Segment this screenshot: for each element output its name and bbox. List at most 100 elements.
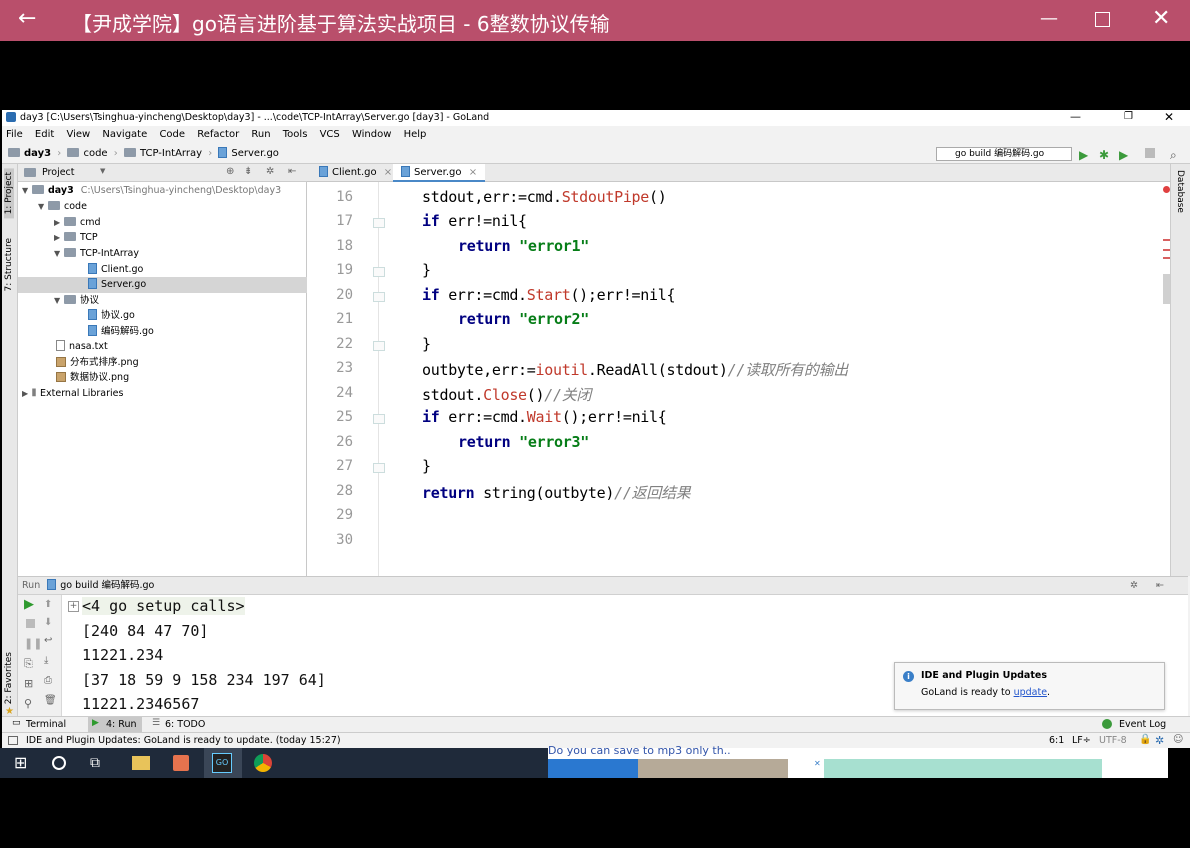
fold-marker-icon[interactable] <box>373 267 385 277</box>
fold-marker-icon[interactable] <box>373 341 385 351</box>
stop-icon[interactable] <box>26 619 35 628</box>
tree-node-client-go[interactable]: Client.go <box>88 262 143 278</box>
breadcrumb-server-go[interactable]: Server.go <box>231 148 279 159</box>
code-line[interactable]: stdout,err:=cmd.StdoutPipe() <box>422 188 667 206</box>
tab-run[interactable]: 4: Run <box>106 719 136 730</box>
fold-marker-icon[interactable] <box>373 463 385 473</box>
search-icon[interactable]: ⌕ <box>1170 145 1177 165</box>
up-arrow-icon[interactable]: ⬆ <box>44 599 52 610</box>
pause-icon[interactable]: ❚❚ <box>24 637 42 650</box>
tree-node-nasa[interactable]: nasa.txt <box>56 339 108 355</box>
ide-restore-icon[interactable]: ❐ <box>1124 111 1133 122</box>
tree-node-cmd[interactable]: ▶ cmd <box>54 215 101 231</box>
code-line[interactable]: return "error3" <box>458 433 589 451</box>
soft-wrap-icon[interactable]: ↩ <box>44 635 52 646</box>
menu-run[interactable]: Run <box>251 129 270 140</box>
down-arrow-icon[interactable]: ⬇ <box>44 617 52 628</box>
breadcrumb-code[interactable]: code <box>83 148 107 159</box>
ide-minimize-icon[interactable]: — <box>1070 110 1081 123</box>
back-arrow-icon[interactable]: ← <box>18 6 36 31</box>
tree-node-tcp[interactable]: ▶ TCP <box>54 230 98 246</box>
update-notification[interactable]: i IDE and Plugin Updates GoLand is ready… <box>894 662 1165 710</box>
tab-event-log[interactable]: Event Log <box>1119 719 1166 730</box>
coverage-icon[interactable]: ▶ <box>1119 145 1128 165</box>
recorder-app-icon[interactable] <box>173 755 189 771</box>
menu-tools[interactable]: Tools <box>283 129 308 140</box>
ad-text[interactable]: Do you can save to mp3 only th.. <box>548 744 731 757</box>
tab-client-go[interactable]: Client.go × <box>311 164 400 182</box>
menu-code[interactable]: Code <box>159 129 185 140</box>
code-line[interactable]: if err:=cmd.Wait();err!=nil{ <box>422 408 667 426</box>
pin-icon[interactable]: ⚲ <box>24 697 32 710</box>
restore-layout-icon[interactable]: ⊞ <box>24 677 33 690</box>
project-tool-tab[interactable]: 1: Project <box>4 168 14 219</box>
code-line[interactable]: outbyte,err:=ioutil.ReadAll(stdout)//读取所… <box>422 359 848 380</box>
tab-todo[interactable]: 6: TODO <box>165 719 205 730</box>
tree-node-code[interactable]: ▼ code <box>38 199 87 215</box>
chevron-down-icon[interactable]: ▼ <box>100 167 105 175</box>
structure-tool-tab[interactable]: 7: Structure <box>4 234 14 296</box>
database-tool-tab[interactable]: Database <box>1175 170 1185 213</box>
tree-node-xieyi-go[interactable]: 协议.go <box>88 308 135 324</box>
status-panel-icon[interactable] <box>8 736 18 745</box>
settings-icon[interactable]: ✲ <box>1155 734 1164 747</box>
menu-view[interactable]: View <box>66 129 90 140</box>
trash-icon[interactable]: 🗑 <box>44 695 57 706</box>
tab-server-go[interactable]: Server.go × <box>393 164 486 182</box>
maximize-icon[interactable] <box>1095 12 1110 27</box>
expand-icon[interactable]: + <box>68 601 79 612</box>
ad-banner[interactable]: Do you can save to mp3 only th.. ✕ <box>548 744 1168 778</box>
task-view-icon[interactable]: ⧉ <box>90 753 110 773</box>
fold-marker-icon[interactable] <box>373 414 385 424</box>
debug-icon[interactable]: ✱ <box>1099 145 1109 165</box>
close-tab-icon[interactable]: × <box>384 167 392 178</box>
favorites-tool-tab[interactable]: 2: Favorites <box>4 648 14 708</box>
windows-start-icon[interactable]: ⊞ <box>14 753 34 773</box>
close-tab-icon[interactable]: × <box>469 167 477 178</box>
menu-help[interactable]: Help <box>404 129 427 140</box>
gear-icon[interactable]: ✲ <box>266 166 274 177</box>
print-icon[interactable]: ⎙ <box>44 675 52 686</box>
stop-icon[interactable] <box>1145 148 1155 158</box>
tree-node-distsort-png[interactable]: 分布式排序.png <box>56 355 139 371</box>
tree-node-xieyi[interactable]: ▼ 协议 <box>54 293 99 309</box>
ide-close-icon[interactable]: ✕ <box>1164 110 1174 124</box>
fold-marker-icon[interactable] <box>373 292 385 302</box>
search-icon[interactable] <box>52 756 66 770</box>
line-separator[interactable]: LF÷ <box>1072 735 1091 746</box>
tree-node-codec-go[interactable]: 编码解码.go <box>88 324 154 340</box>
code-line[interactable]: return "error1" <box>458 237 589 255</box>
file-explorer-icon[interactable] <box>132 756 150 770</box>
code-line[interactable]: } <box>422 261 431 279</box>
caret-position[interactable]: 6:1 <box>1049 735 1064 746</box>
editor-scrollbar[interactable] <box>1163 274 1170 304</box>
minimize-icon[interactable]: — <box>1040 8 1058 29</box>
breadcrumb-day3[interactable]: day3 <box>24 148 51 159</box>
breadcrumb-tcp-intarray[interactable]: TCP-IntArray <box>140 148 202 159</box>
code-line[interactable]: return "error2" <box>458 310 589 328</box>
menu-navigate[interactable]: Navigate <box>102 129 147 140</box>
rerun-icon[interactable]: ▶ <box>24 597 34 612</box>
tree-node-external-libraries[interactable]: ▶ ⫴ External Libraries <box>22 386 123 402</box>
tree-node-dataproto-png[interactable]: 数据协议.png <box>56 370 129 386</box>
tab-terminal[interactable]: Terminal <box>26 719 66 730</box>
dump-threads-icon[interactable]: ⎘ <box>24 657 33 671</box>
collapse-all-icon[interactable]: ⇟ <box>244 166 252 177</box>
chrome-icon[interactable] <box>254 754 272 772</box>
menu-window[interactable]: Window <box>352 129 391 140</box>
code-line[interactable]: } <box>422 335 431 353</box>
file-encoding[interactable]: UTF-8 <box>1099 735 1127 746</box>
update-link[interactable]: update <box>1014 687 1047 698</box>
menu-vcs[interactable]: VCS <box>320 129 340 140</box>
close-icon[interactable]: ✕ <box>1152 6 1170 31</box>
project-panel-title[interactable]: Project <box>42 167 75 178</box>
hide-icon[interactable]: ⇤ <box>1156 577 1164 595</box>
tree-node-tcp-intarray[interactable]: ▼ TCP-IntArray <box>54 246 139 262</box>
code-line[interactable]: return string(outbyte)//返回结果 <box>422 482 691 503</box>
menu-file[interactable]: File <box>6 129 23 140</box>
code-line[interactable]: if err:=cmd.Start();err!=nil{ <box>422 286 676 304</box>
error-indicator-icon[interactable] <box>1163 186 1170 193</box>
run-icon[interactable]: ▶ <box>1079 145 1088 165</box>
fold-marker-icon[interactable] <box>373 218 385 228</box>
run-config-select[interactable]: go build 编码解码.go <box>936 147 1072 161</box>
